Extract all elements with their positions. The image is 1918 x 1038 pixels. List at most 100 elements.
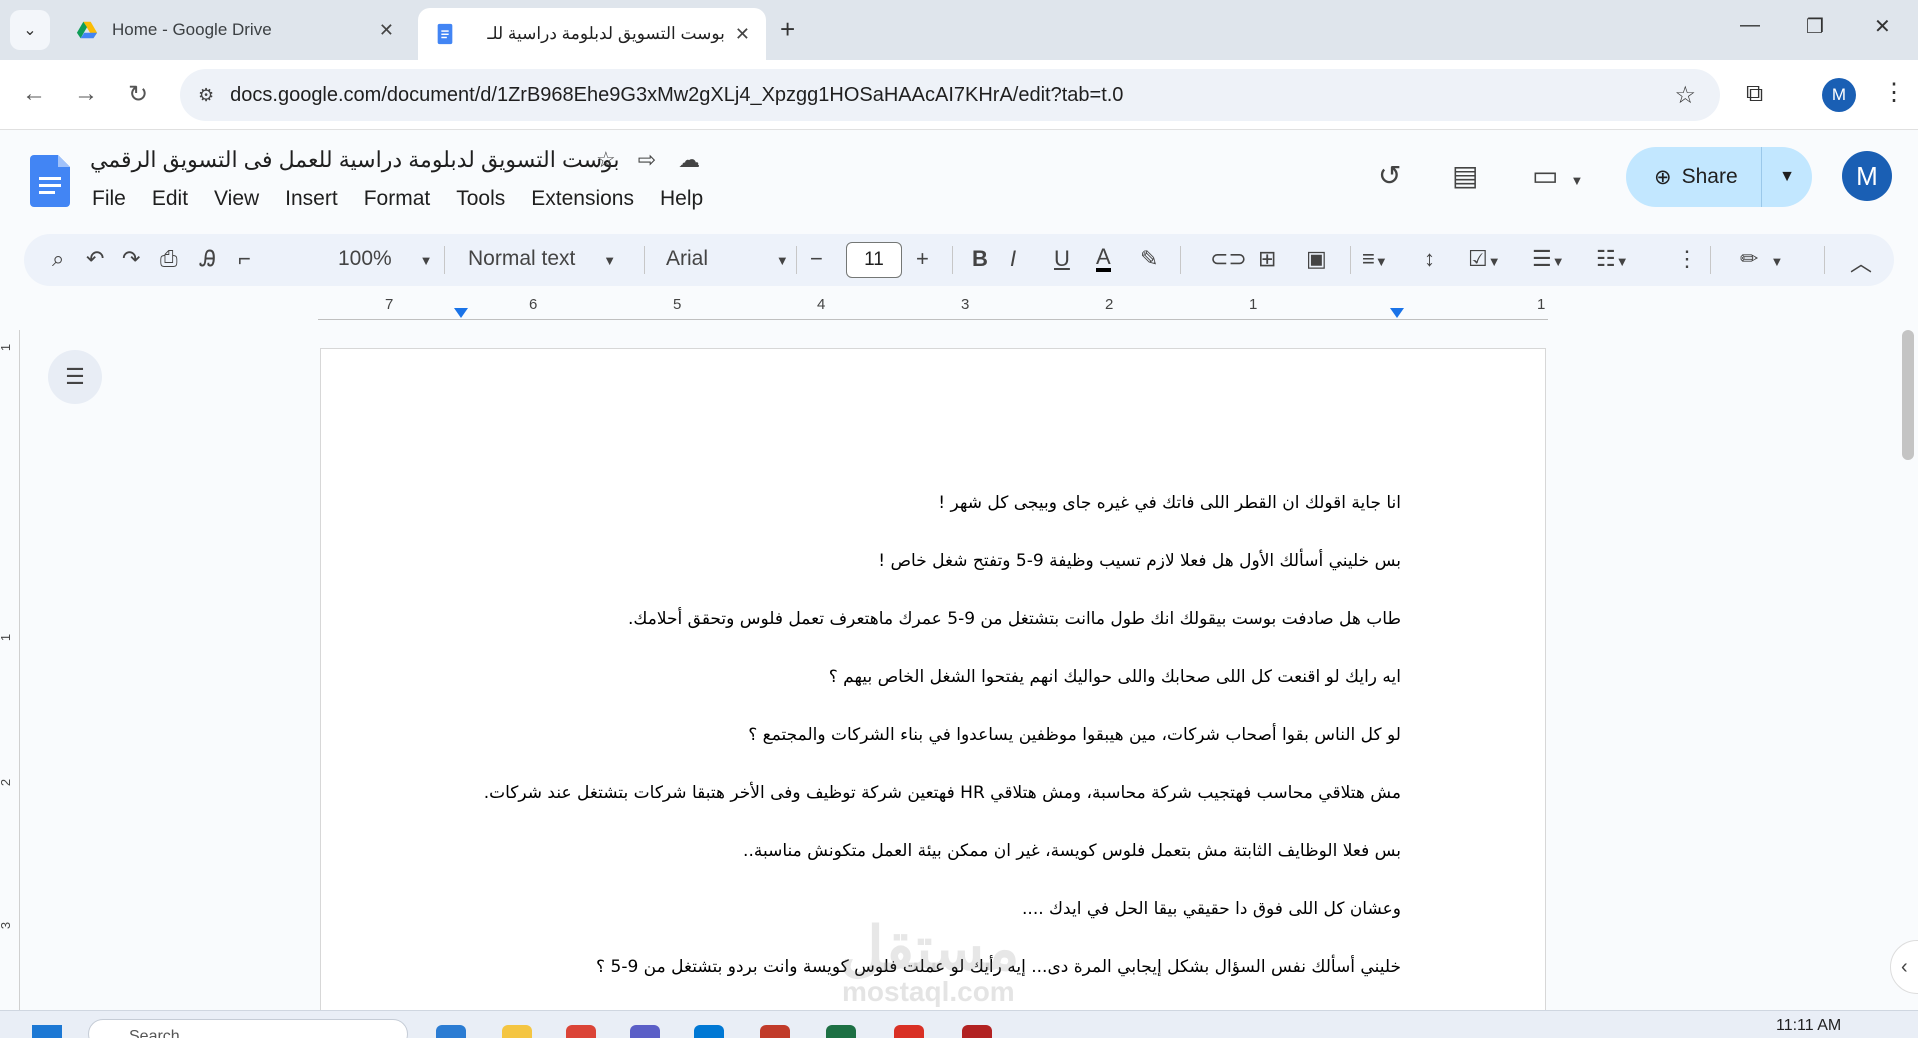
close-icon[interactable]: ✕ (379, 20, 394, 41)
move-folder-icon[interactable]: ⇨ (638, 147, 656, 173)
redo-icon[interactable]: ↷ (122, 246, 140, 272)
windows-start-icon[interactable] (32, 1025, 62, 1038)
extensions-icon[interactable]: ⧉ (1746, 80, 1763, 108)
menu-insert[interactable]: Insert (285, 187, 338, 211)
tab-search-button[interactable]: ⌄ (10, 10, 50, 50)
hide-menus-icon[interactable]: ︿ (1850, 246, 1872, 278)
checklist-icon[interactable]: ☑▼ (1468, 246, 1501, 272)
cloud-saved-icon[interactable]: ☁ (678, 147, 700, 173)
spellcheck-icon[interactable]: Ꭿ (200, 246, 216, 272)
star-icon[interactable]: ☆ (596, 147, 616, 173)
chevron-down-icon: ▼ (603, 253, 617, 268)
highlight-color-icon[interactable]: ✎ (1140, 246, 1158, 272)
chevron-down-icon: ▼ (775, 253, 789, 268)
restore-button[interactable]: ❐ (1806, 14, 1824, 39)
menu-extensions[interactable]: Extensions (531, 187, 634, 211)
font-select[interactable]: Arial ▼ (666, 247, 789, 271)
font-size-input[interactable]: 11 (846, 242, 902, 278)
menu-tools[interactable]: Tools (456, 187, 505, 211)
bulleted-list-icon[interactable]: ☰▼ (1532, 246, 1565, 272)
vertical-scrollbar[interactable] (1902, 330, 1914, 460)
side-panel-toggle[interactable]: ‹ (1890, 940, 1918, 994)
share-dropdown-icon[interactable]: ▼ (1762, 168, 1812, 186)
close-icon[interactable]: ✕ (735, 24, 750, 45)
document-outline-button[interactable]: ☰ (48, 350, 102, 404)
file-explorer-icon[interactable] (502, 1025, 532, 1038)
vruler-number: 1 (0, 344, 13, 351)
browser-menu-icon[interactable]: ⋮ (1882, 78, 1906, 107)
address-bar[interactable]: ⚙ docs.google.com/document/d/1ZrB968Ehe9… (180, 69, 1720, 121)
paragraph-style-select[interactable]: Normal text ▼ (468, 247, 616, 271)
italic-icon[interactable]: I (1010, 246, 1016, 272)
account-avatar[interactable]: M (1842, 151, 1892, 201)
toolbar-divider (444, 246, 445, 274)
text-color-icon[interactable]: A (1096, 246, 1111, 272)
docs-logo-icon[interactable] (30, 155, 70, 207)
menu-help[interactable]: Help (660, 187, 703, 211)
outline-list-icon: ☰ (65, 364, 85, 389)
share-button[interactable]: ⊕ Share ▼ (1626, 147, 1812, 207)
document-paragraph[interactable]: انا جاية اقولك ان القطر اللى فاتك في غير… (938, 493, 1401, 513)
teams-icon[interactable] (630, 1025, 660, 1038)
taskbar-search-input[interactable]: Search (88, 1019, 408, 1038)
document-title[interactable]: بوست التسويق لدبلومة دراسية للعمل فى الت… (90, 147, 620, 173)
search-menus-icon[interactable]: ⌕ (52, 246, 64, 272)
comments-icon[interactable]: ▤ (1452, 159, 1478, 192)
tab-google-doc[interactable]: بوست التسويق لدبلومة دراسية للـ ✕ (418, 8, 766, 60)
paint-format-icon[interactable]: ⌐ (238, 246, 251, 272)
line-spacing-icon[interactable]: ↕ (1424, 246, 1435, 272)
zoom-value: 100% (338, 247, 392, 270)
menu-edit[interactable]: Edit (152, 187, 188, 211)
editing-mode-icon[interactable]: ✏ ▼ (1740, 246, 1783, 272)
excel-icon[interactable] (826, 1025, 856, 1038)
right-indent-marker[interactable] (1390, 308, 1404, 318)
document-paragraph[interactable]: لو كل الناس بقوا أصحاب شركات، مين هيبقوا… (748, 725, 1401, 745)
minimize-button[interactable]: — (1740, 14, 1760, 37)
document-paragraph[interactable]: طاب هل صادفت بوست بيقولك انك طول ماانت ب… (628, 609, 1401, 629)
version-history-icon[interactable]: ↺ (1378, 159, 1401, 192)
align-icon[interactable]: ≡▼ (1362, 246, 1388, 272)
reload-icon[interactable]: ↻ (128, 80, 148, 109)
menu-file[interactable]: File (92, 187, 126, 211)
bookmark-star-icon[interactable]: ☆ (1674, 81, 1696, 110)
left-indent-marker[interactable] (454, 308, 468, 318)
clock-time[interactable]: 11:11 AM (1776, 1017, 1841, 1035)
mail-icon[interactable] (694, 1025, 724, 1038)
taskbar-app-icon[interactable] (760, 1025, 790, 1038)
chevron-down-icon: ▼ (419, 253, 433, 268)
window-close-button[interactable]: ✕ (1874, 14, 1891, 39)
zoom-select[interactable]: 100% ▼ (338, 247, 432, 271)
insert-link-icon[interactable]: ⊂⊃ (1210, 246, 1247, 272)
url-text[interactable]: docs.google.com/document/d/1ZrB968Ehe9G3… (230, 84, 1123, 107)
site-settings-icon[interactable]: ⚙ (198, 85, 214, 106)
taskbar-app-icon[interactable] (962, 1025, 992, 1038)
chrome-icon[interactable] (566, 1025, 596, 1038)
new-tab-button[interactable]: + (780, 14, 795, 45)
insert-image-icon[interactable]: ▣ (1306, 246, 1327, 272)
meet-camera-icon[interactable]: ▭ ▼ (1532, 159, 1583, 192)
bold-icon[interactable]: B (972, 246, 988, 272)
numbered-list-icon[interactable]: ☷▼ (1596, 246, 1629, 272)
taskbar-app-icon[interactable] (894, 1025, 924, 1038)
tab-google-drive[interactable]: Home - Google Drive ✕ (60, 8, 410, 52)
document-paragraph[interactable]: ايه رايك لو اقنعت كل اللى صحابك واللى حو… (829, 667, 1401, 687)
increase-font-size-icon[interactable]: + (916, 246, 929, 272)
print-icon[interactable]: ⎙ (160, 246, 178, 272)
back-arrow-icon[interactable]: ← (22, 80, 46, 108)
horizontal-ruler[interactable]: 7 6 5 4 3 2 1 1 (0, 296, 1900, 326)
add-comment-icon[interactable]: ⊞ (1258, 246, 1276, 272)
more-options-icon[interactable]: ⋮ (1676, 246, 1698, 272)
forward-arrow-icon[interactable]: → (74, 80, 98, 108)
underline-icon[interactable]: U (1054, 246, 1070, 272)
document-paragraph[interactable]: بس فعلا الوظايف الثابتة مش بتعمل فلوس كو… (743, 841, 1401, 861)
chevron-down-icon: ▼ (1770, 254, 1784, 269)
undo-icon[interactable]: ↶ (86, 246, 104, 272)
browser-profile-avatar[interactable]: M (1822, 78, 1856, 112)
document-paragraph[interactable]: وعشان كل اللى فوق دا حقيقي بيقا الحل في … (1022, 899, 1401, 919)
menu-view[interactable]: View (214, 187, 259, 211)
document-paragraph[interactable]: بس خليني أسألك الأول هل فعلا لازم تسيب و… (878, 551, 1401, 571)
document-paragraph[interactable]: مش هتلاقي محاسب فهتجيب شركة محاسبة، ومش … (484, 783, 1401, 803)
menu-format[interactable]: Format (364, 187, 431, 211)
decrease-font-size-icon[interactable]: − (810, 246, 823, 272)
taskbar-app-icon[interactable] (436, 1025, 466, 1038)
